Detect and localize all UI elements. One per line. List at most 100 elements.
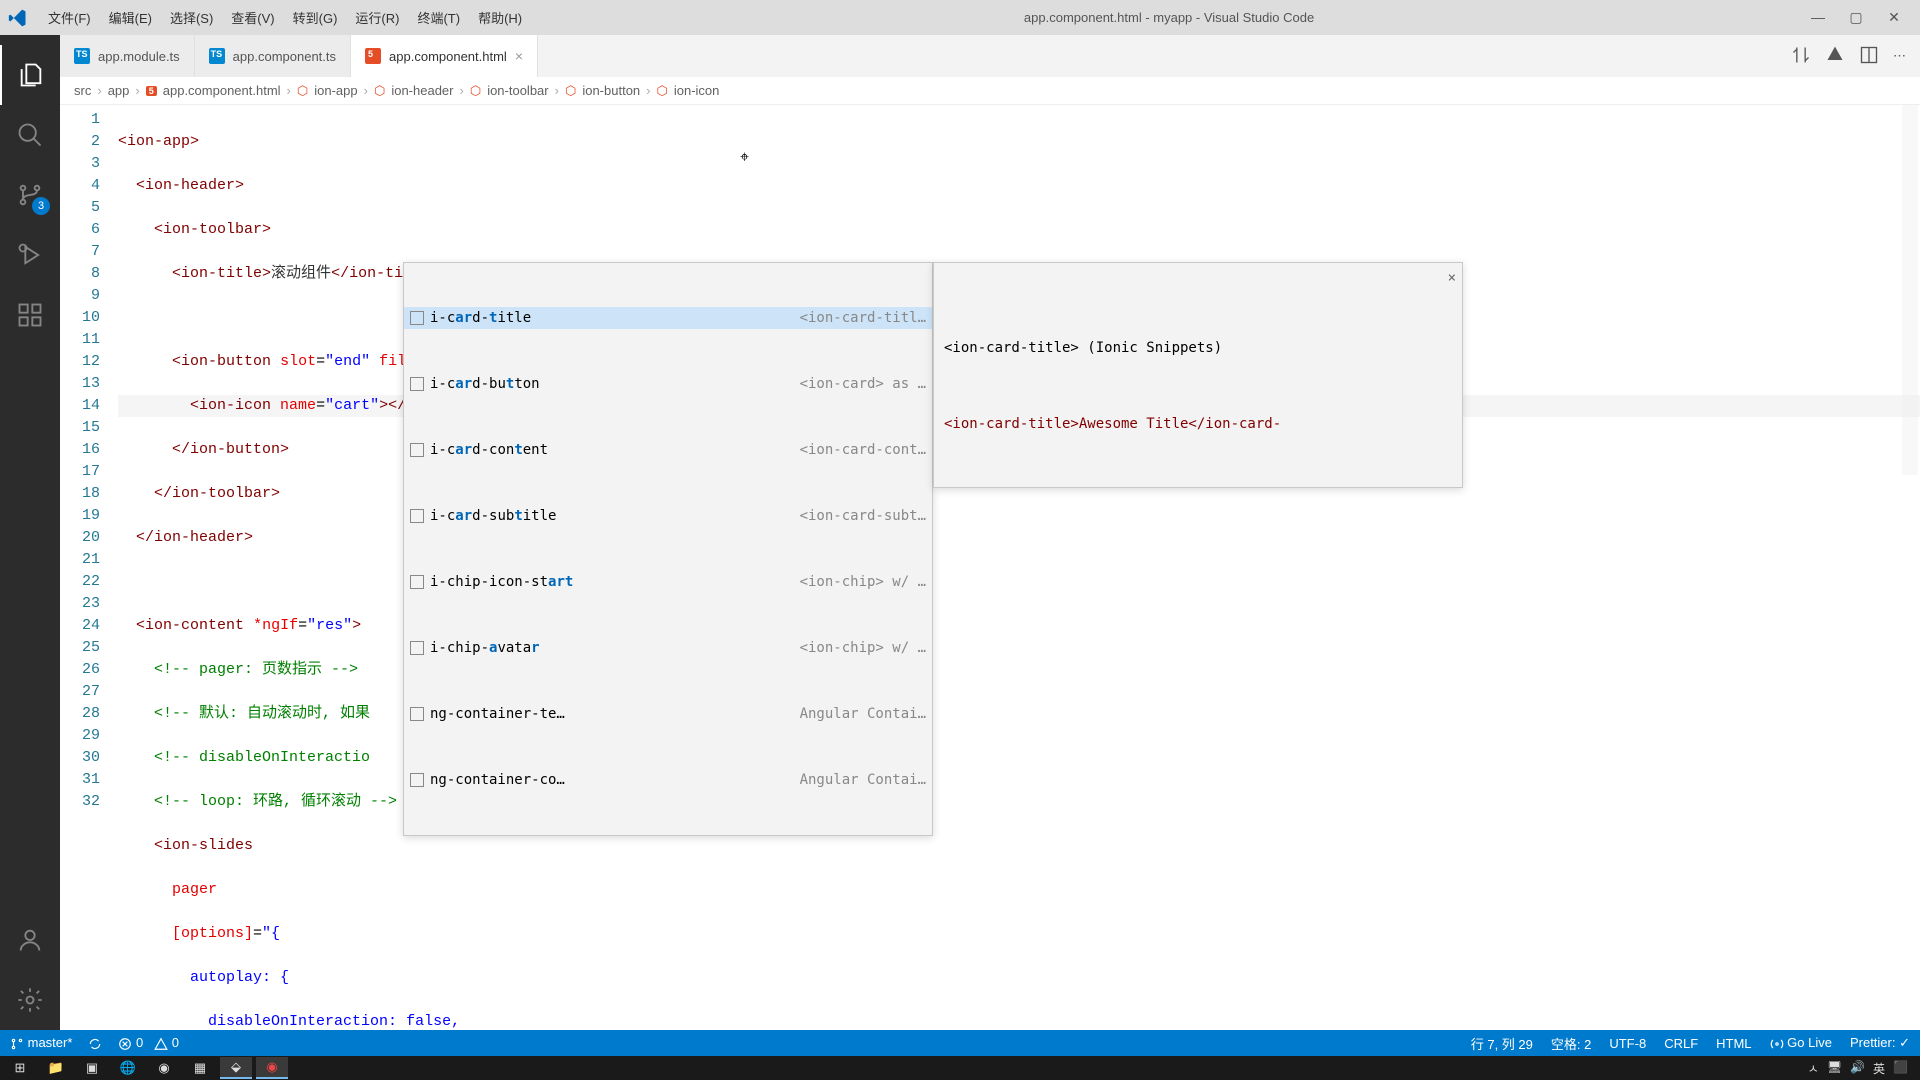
menu-file[interactable]: 文件(F) bbox=[40, 4, 99, 31]
editor-tabs: TS app.module.ts TS app.component.ts 5 a… bbox=[60, 35, 1920, 77]
tab-app-component-ts[interactable]: TS app.component.ts bbox=[195, 35, 351, 77]
breadcrumb-item[interactable]: ion-button bbox=[582, 83, 640, 98]
html-icon: 5 bbox=[146, 86, 157, 96]
tab-app-component-html[interactable]: 5 app.component.html × bbox=[351, 35, 538, 77]
taskbar-chrome[interactable]: ◉ bbox=[148, 1057, 180, 1079]
account-icon bbox=[16, 926, 44, 954]
tab-app-module[interactable]: TS app.module.ts bbox=[60, 35, 195, 77]
window-controls: — ▢ ✕ bbox=[1808, 9, 1912, 26]
suggestion-item[interactable]: i-card-subtitle <ion-card-subt… bbox=[404, 505, 932, 527]
gear-icon bbox=[16, 986, 44, 1014]
taskbar-app[interactable]: ▦ bbox=[184, 1057, 216, 1079]
tray-volume-icon[interactable]: 🔊 bbox=[1850, 1060, 1865, 1077]
menu-selection[interactable]: 选择(S) bbox=[162, 4, 221, 31]
tag-icon: ⬡ bbox=[657, 83, 668, 99]
broadcast-icon bbox=[1770, 1037, 1784, 1051]
breadcrumbs[interactable]: src› app› 5 app.component.html› ⬡ ion-ap… bbox=[60, 77, 1920, 105]
intellisense-popup[interactable]: i-card-title <ion-card-titl… i-card-butt… bbox=[403, 262, 933, 836]
activity-bar: 3 bbox=[0, 35, 60, 1030]
breadcrumb-item[interactable]: src bbox=[74, 83, 91, 98]
split-editor-icon[interactable] bbox=[1859, 45, 1879, 68]
taskbar-terminal[interactable]: ▣ bbox=[76, 1057, 108, 1079]
tray-chevron-icon[interactable]: ㅅ bbox=[1808, 1060, 1819, 1077]
breadcrumb-item[interactable]: ion-icon bbox=[674, 83, 720, 98]
tray-ime[interactable]: 英 bbox=[1873, 1060, 1885, 1077]
taskbar-vscode[interactable]: ⬙ bbox=[220, 1057, 252, 1079]
close-icon[interactable]: × bbox=[1448, 267, 1456, 289]
status-branch[interactable]: master* bbox=[10, 1035, 72, 1051]
activity-explorer[interactable] bbox=[0, 45, 60, 105]
menu-edit[interactable]: 编辑(E) bbox=[101, 4, 160, 31]
compare-changes-icon[interactable] bbox=[1791, 45, 1811, 68]
suggestion-label: i-card-title bbox=[430, 307, 794, 329]
typescript-icon: TS bbox=[209, 48, 225, 64]
tab-label: app.module.ts bbox=[98, 49, 180, 64]
taskbar-edge[interactable]: 🌐 bbox=[112, 1057, 144, 1079]
more-actions-icon[interactable]: ⋯ bbox=[1893, 48, 1906, 64]
menu-help[interactable]: 帮助(H) bbox=[470, 4, 530, 31]
activity-settings[interactable] bbox=[0, 970, 60, 1030]
tray-action-center[interactable]: ⬛ bbox=[1893, 1060, 1908, 1077]
suggestion-item[interactable]: i-chip-icon-start <ion-chip> w/ … bbox=[404, 571, 932, 593]
code-editor[interactable]: 12345 678910 1112131415 1617181920 21222… bbox=[60, 105, 1920, 1030]
warning-icon bbox=[154, 1037, 168, 1051]
breadcrumb-item[interactable]: ion-header bbox=[391, 83, 453, 98]
suggestion-item[interactable]: i-card-button <ion-card> as … bbox=[404, 373, 932, 395]
breadcrumb-item[interactable]: app bbox=[108, 83, 130, 98]
status-golive[interactable]: Go Live bbox=[1770, 1035, 1832, 1051]
error-icon bbox=[118, 1037, 132, 1051]
suggestion-desc: <ion-card-cont… bbox=[800, 439, 926, 461]
start-button[interactable]: ⊞ bbox=[4, 1057, 36, 1079]
status-eol[interactable]: CRLF bbox=[1664, 1036, 1698, 1051]
suggestion-doc-popup: × <ion-card-title> (Ionic Snippets) <ion… bbox=[933, 262, 1463, 488]
maximize-button[interactable]: ▢ bbox=[1846, 9, 1866, 26]
taskbar-recorder[interactable]: ◉ bbox=[256, 1057, 288, 1079]
open-preview-icon[interactable] bbox=[1825, 45, 1845, 68]
snippet-icon bbox=[410, 641, 424, 655]
minimap[interactable] bbox=[1902, 105, 1918, 1030]
scm-badge: 3 bbox=[32, 197, 50, 215]
breadcrumb-item[interactable]: app.component.html bbox=[163, 83, 281, 98]
suggestion-item[interactable]: ng-container-co… Angular Contai… bbox=[404, 769, 932, 791]
suggestion-desc: <ion-card-titl… bbox=[800, 307, 926, 329]
activity-account[interactable] bbox=[0, 910, 60, 970]
status-sync[interactable] bbox=[88, 1035, 102, 1051]
menu-view[interactable]: 查看(V) bbox=[223, 4, 282, 31]
activity-debug[interactable] bbox=[0, 225, 60, 285]
status-prettier[interactable]: Prettier: ✓ bbox=[1850, 1035, 1910, 1051]
close-icon[interactable]: × bbox=[515, 48, 523, 64]
status-language[interactable]: HTML bbox=[1716, 1036, 1751, 1051]
tag-icon: ⬡ bbox=[565, 83, 576, 99]
breadcrumb-item[interactable]: ion-app bbox=[314, 83, 357, 98]
menu-go[interactable]: 转到(G) bbox=[285, 4, 346, 31]
activity-search[interactable] bbox=[0, 105, 60, 165]
vscode-logo-icon bbox=[8, 8, 28, 28]
tab-label: app.component.ts bbox=[233, 49, 336, 64]
suggestion-item[interactable]: i-card-title <ion-card-titl… bbox=[404, 307, 932, 329]
menu-terminal[interactable]: 终端(T) bbox=[409, 4, 468, 31]
suggestion-label: i-chip-avatar bbox=[430, 637, 794, 659]
taskbar-explorer[interactable]: 📁 bbox=[40, 1057, 72, 1079]
suggestion-item[interactable]: i-card-content <ion-card-cont… bbox=[404, 439, 932, 461]
suggestion-label: i-card-subtitle bbox=[430, 505, 794, 527]
suggestion-item[interactable]: i-chip-avatar <ion-chip> w/ … bbox=[404, 637, 932, 659]
tray-network-icon[interactable]: 🖥 bbox=[1827, 1060, 1842, 1077]
menu-bar: 文件(F) 编辑(E) 选择(S) 查看(V) 转到(G) 运行(R) 终端(T… bbox=[40, 4, 530, 31]
system-tray[interactable]: ㅅ 🖥 🔊 英 ⬛ bbox=[1808, 1060, 1916, 1077]
status-spaces[interactable]: 空格: 2 bbox=[1551, 1034, 1591, 1053]
status-encoding[interactable]: UTF-8 bbox=[1609, 1036, 1646, 1051]
activity-extensions[interactable] bbox=[0, 285, 60, 345]
breadcrumb-item[interactable]: ion-toolbar bbox=[487, 83, 548, 98]
status-problems[interactable]: 0 0 bbox=[118, 1035, 179, 1051]
activity-scm[interactable]: 3 bbox=[0, 165, 60, 225]
minimize-button[interactable]: — bbox=[1808, 9, 1828, 26]
snippet-icon bbox=[410, 575, 424, 589]
editor-area: TS app.module.ts TS app.component.ts 5 a… bbox=[60, 35, 1920, 1030]
code-content[interactable]: <ion-app> <ion-header> <ion-toolbar> <io… bbox=[118, 105, 1920, 1030]
suggestion-item[interactable]: ng-container-te… Angular Contai… bbox=[404, 703, 932, 725]
tag-icon: ⬡ bbox=[470, 83, 481, 99]
suggestion-desc: <ion-card-subt… bbox=[800, 505, 926, 527]
menu-run[interactable]: 运行(R) bbox=[347, 4, 407, 31]
status-position[interactable]: 行 7, 列 29 bbox=[1471, 1034, 1533, 1053]
close-button[interactable]: ✕ bbox=[1884, 9, 1904, 26]
